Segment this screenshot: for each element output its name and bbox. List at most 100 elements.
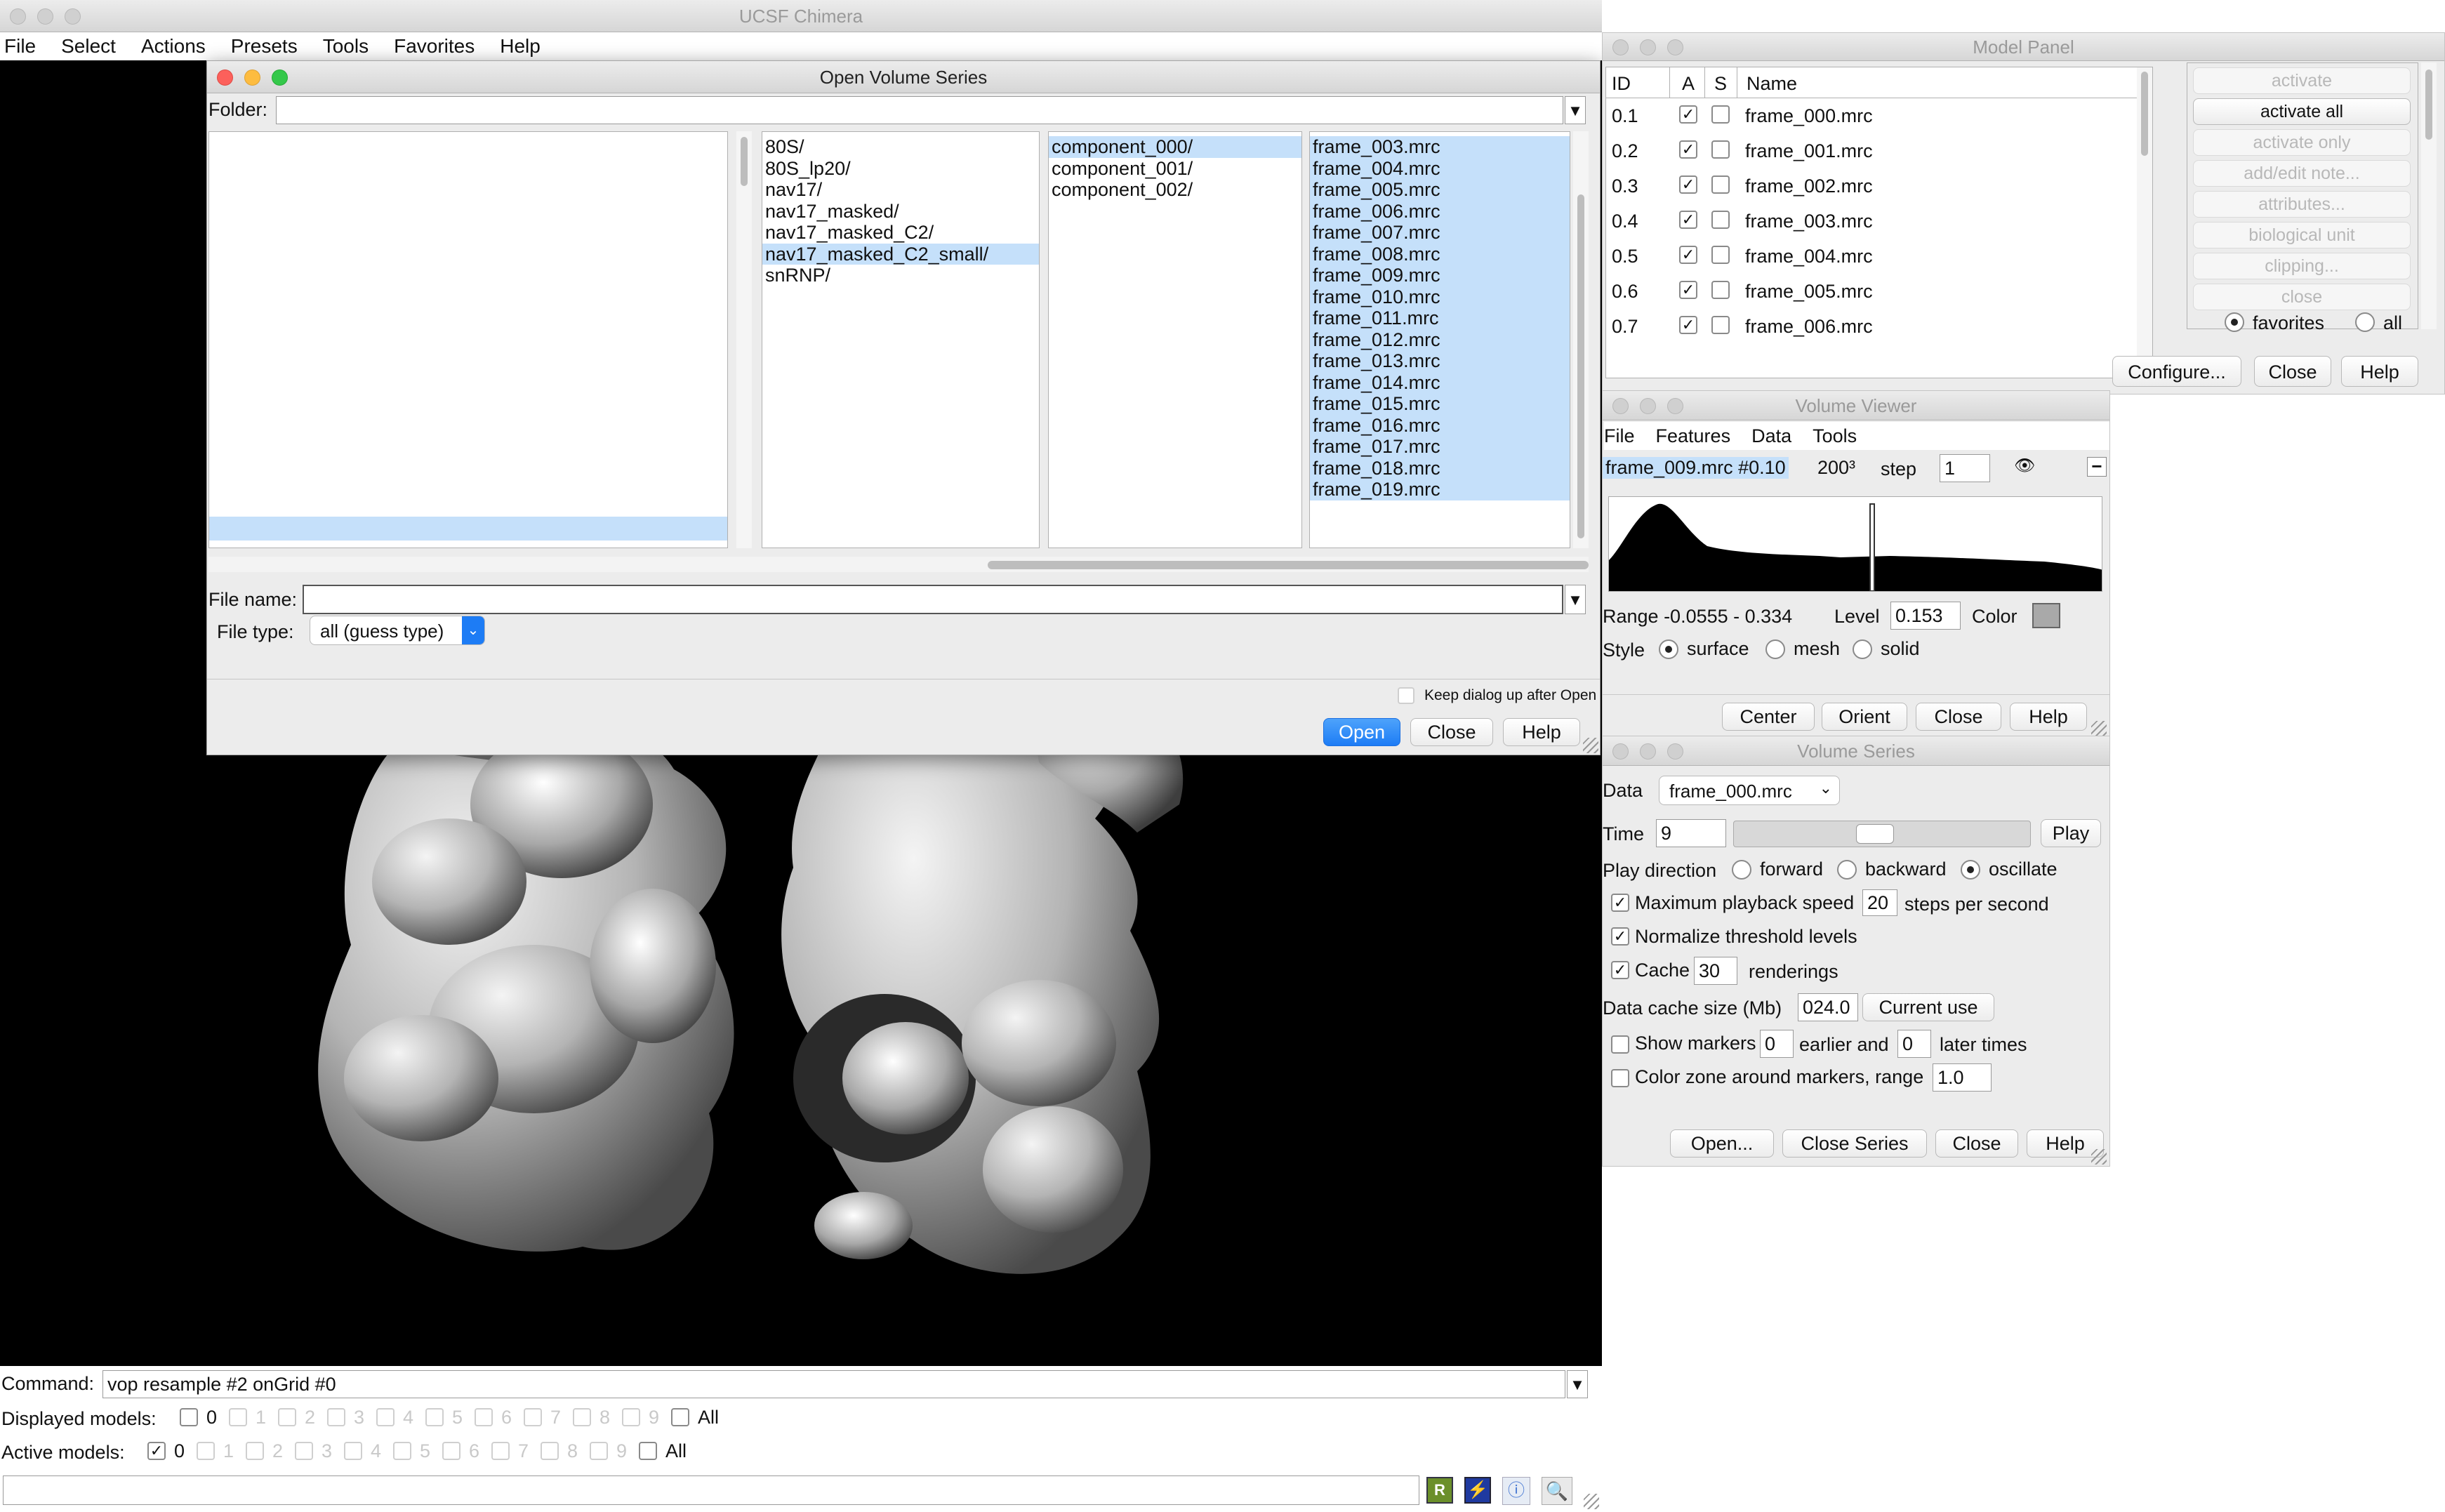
model-actions-list[interactable]: activate activate all activate only add/edi… bbox=[2187, 62, 2418, 329]
step-field[interactable]: 1 bbox=[1940, 454, 1990, 482]
model-panel-zoom-icon[interactable] bbox=[1667, 39, 1683, 55]
menu-file[interactable]: File bbox=[4, 35, 36, 58]
displayed-model-checkbox-3[interactable] bbox=[327, 1408, 345, 1426]
model-active-checkbox[interactable]: ✓ bbox=[1679, 281, 1697, 299]
displayed-model-checkbox-9[interactable] bbox=[622, 1408, 640, 1426]
table-row[interactable]: 0.7 ✓ frame_006.mrc bbox=[1606, 309, 2140, 344]
close-series-button[interactable]: Close Series bbox=[1782, 1129, 1927, 1158]
file-list-item[interactable]: frame_015.mrc bbox=[1310, 393, 1570, 415]
style-solid-radio[interactable] bbox=[1853, 639, 1872, 659]
file-list-item[interactable]: frame_008.mrc bbox=[1310, 243, 1570, 265]
model-table[interactable]: ID A S Name 0.1 ✓ frame_000.mrc 0.2 ✓ frame_0… bbox=[1605, 67, 2153, 378]
file-list-item[interactable]: frame_007.mrc bbox=[1310, 222, 1570, 244]
model-active-checkbox[interactable]: ✓ bbox=[1679, 211, 1697, 229]
displayed-model-checkbox-4[interactable] bbox=[376, 1408, 395, 1426]
model-active-checkbox[interactable]: ✓ bbox=[1679, 105, 1697, 124]
eye-icon[interactable]: 👁 bbox=[2014, 456, 2035, 476]
dialog-minimize-icon[interactable] bbox=[244, 69, 260, 86]
browser-scrollbar-0[interactable] bbox=[736, 131, 752, 548]
max-speed-field[interactable]: 20 bbox=[1862, 889, 1897, 916]
file-list-item[interactable]: frame_005.mrc bbox=[1310, 179, 1570, 201]
file-type-select[interactable]: all (guess type) ⌄ bbox=[310, 616, 485, 645]
model-shown-checkbox[interactable] bbox=[1711, 211, 1730, 229]
col-header-name[interactable]: Name bbox=[1747, 73, 1797, 95]
menu-favorites[interactable]: Favorites bbox=[394, 35, 475, 58]
table-row[interactable]: 0.6 ✓ frame_005.mrc bbox=[1606, 274, 2140, 309]
model-table-scrollbar[interactable] bbox=[2137, 67, 2152, 378]
model-action-activate-all[interactable]: activate all bbox=[2193, 98, 2411, 125]
play-button[interactable]: Play bbox=[2041, 819, 2101, 847]
table-row[interactable]: 0.4 ✓ frame_003.mrc bbox=[1606, 204, 2140, 239]
file-list-item[interactable]: frame_012.mrc bbox=[1310, 329, 1570, 350]
current-use-button[interactable]: Current use bbox=[1862, 993, 1994, 1021]
model-active-checkbox[interactable]: ✓ bbox=[1679, 140, 1697, 159]
vv-menu-features[interactable]: Features bbox=[1656, 425, 1731, 447]
model-active-checkbox[interactable]: ✓ bbox=[1679, 316, 1697, 334]
later-field[interactable]: 0 bbox=[1897, 1030, 1931, 1058]
volume-viewer-minimize-icon[interactable] bbox=[1640, 398, 1656, 414]
model-action-activate-only[interactable]: activate only bbox=[2193, 129, 2411, 156]
active-model-checkbox-7[interactable] bbox=[491, 1442, 510, 1460]
file-list-item[interactable]: frame_017.mrc bbox=[1310, 436, 1570, 458]
browser-column-1[interactable]: 80S/80S_lp20/nav17/nav17_masked/nav17_ma… bbox=[762, 131, 1040, 548]
table-row[interactable]: 0.2 ✓ frame_001.mrc bbox=[1606, 133, 2140, 168]
time-slider-thumb[interactable] bbox=[1856, 824, 1894, 844]
folder-list-item[interactable]: component_002/ bbox=[1049, 179, 1301, 201]
active-model-checkbox-8[interactable] bbox=[541, 1442, 559, 1460]
file-list-item[interactable]: frame_010.mrc bbox=[1310, 286, 1570, 307]
col-header-a[interactable]: A bbox=[1682, 73, 1695, 95]
vv-resize-grip[interactable] bbox=[2091, 721, 2107, 736]
menu-tools[interactable]: Tools bbox=[323, 35, 369, 58]
model-action-biological-unit[interactable]: biological unit bbox=[2193, 222, 2411, 248]
model-shown-checkbox[interactable] bbox=[1711, 140, 1730, 159]
model-shown-checkbox[interactable] bbox=[1711, 175, 1730, 194]
model-shown-checkbox[interactable] bbox=[1711, 246, 1730, 264]
keep-dialog-checkbox[interactable] bbox=[1398, 687, 1414, 704]
series-close-button[interactable]: Close bbox=[1935, 1129, 2018, 1158]
browser-horizontal-scrollbar[interactable] bbox=[208, 557, 1589, 572]
model-action-activate[interactable]: activate bbox=[2193, 67, 2411, 94]
folder-list-item[interactable]: nav17_masked_C2/ bbox=[762, 222, 1039, 244]
volume-data-name[interactable]: frame_009.mrc #0.10 bbox=[1603, 457, 1789, 479]
vv-menu-data[interactable]: Data bbox=[1751, 425, 1791, 447]
browser-scrollbar-3[interactable] bbox=[1573, 131, 1589, 548]
menu-help[interactable]: Help bbox=[500, 35, 541, 58]
collapse-icon[interactable]: − bbox=[2087, 457, 2107, 477]
all-radio[interactable] bbox=[2355, 312, 2375, 332]
series-data-select[interactable]: frame_000.mrc ⌄ bbox=[1659, 776, 1840, 805]
color-zone-checkbox[interactable] bbox=[1611, 1069, 1629, 1087]
model-active-checkbox[interactable]: ✓ bbox=[1679, 246, 1697, 264]
displayed-model-checkbox-8[interactable] bbox=[573, 1408, 591, 1426]
histogram[interactable] bbox=[1608, 496, 2102, 592]
vs-resize-grip[interactable] bbox=[2091, 1149, 2107, 1165]
file-list-item[interactable]: frame_014.mrc bbox=[1310, 371, 1570, 393]
color-zone-field[interactable]: 1.0 bbox=[1933, 1063, 1992, 1092]
active-model-checkbox-0[interactable]: ✓ bbox=[147, 1442, 166, 1460]
open-button[interactable]: Open bbox=[1323, 718, 1400, 746]
command-input[interactable]: vop resample #2 onGrid #0 bbox=[102, 1370, 1565, 1398]
file-list-item[interactable]: frame_016.mrc bbox=[1310, 414, 1570, 436]
center-button[interactable]: Center bbox=[1722, 703, 1815, 731]
active-model-all-checkbox[interactable] bbox=[639, 1442, 657, 1460]
style-mesh-radio[interactable] bbox=[1765, 639, 1785, 659]
search-icon[interactable]: 🔍 bbox=[1542, 1477, 1572, 1505]
model-active-checkbox[interactable]: ✓ bbox=[1679, 175, 1697, 194]
max-speed-checkbox[interactable]: ✓ bbox=[1611, 894, 1629, 912]
dialog-resize-grip[interactable] bbox=[1583, 738, 1598, 753]
browser-column-0[interactable] bbox=[208, 131, 728, 548]
file-list-item[interactable]: frame_006.mrc bbox=[1310, 200, 1570, 222]
browser-column-3[interactable]: frame_003.mrc frame_004.mrc frame_005.mrc f… bbox=[1309, 131, 1570, 548]
folder-list-item[interactable]: nav17_masked/ bbox=[762, 201, 1039, 223]
table-row[interactable]: 0.5 ✓ frame_004.mrc bbox=[1606, 239, 2140, 274]
minimize-window-icon[interactable] bbox=[37, 8, 53, 25]
zoom-window-icon[interactable] bbox=[65, 8, 81, 25]
active-model-checkbox-2[interactable] bbox=[246, 1442, 264, 1460]
file-list-item[interactable]: frame_018.mrc bbox=[1310, 457, 1570, 479]
vv-help-button[interactable]: Help bbox=[2010, 703, 2087, 731]
folder-list-item[interactable]: 80S_lp20/ bbox=[762, 158, 1039, 180]
time-slider[interactable] bbox=[1733, 821, 2031, 847]
menu-actions[interactable]: Actions bbox=[141, 35, 206, 58]
active-model-checkbox-5[interactable] bbox=[393, 1442, 411, 1460]
dialog-help-button[interactable]: Help bbox=[1503, 718, 1580, 746]
table-row[interactable]: 0.3 ✓ frame_002.mrc bbox=[1606, 168, 2140, 204]
